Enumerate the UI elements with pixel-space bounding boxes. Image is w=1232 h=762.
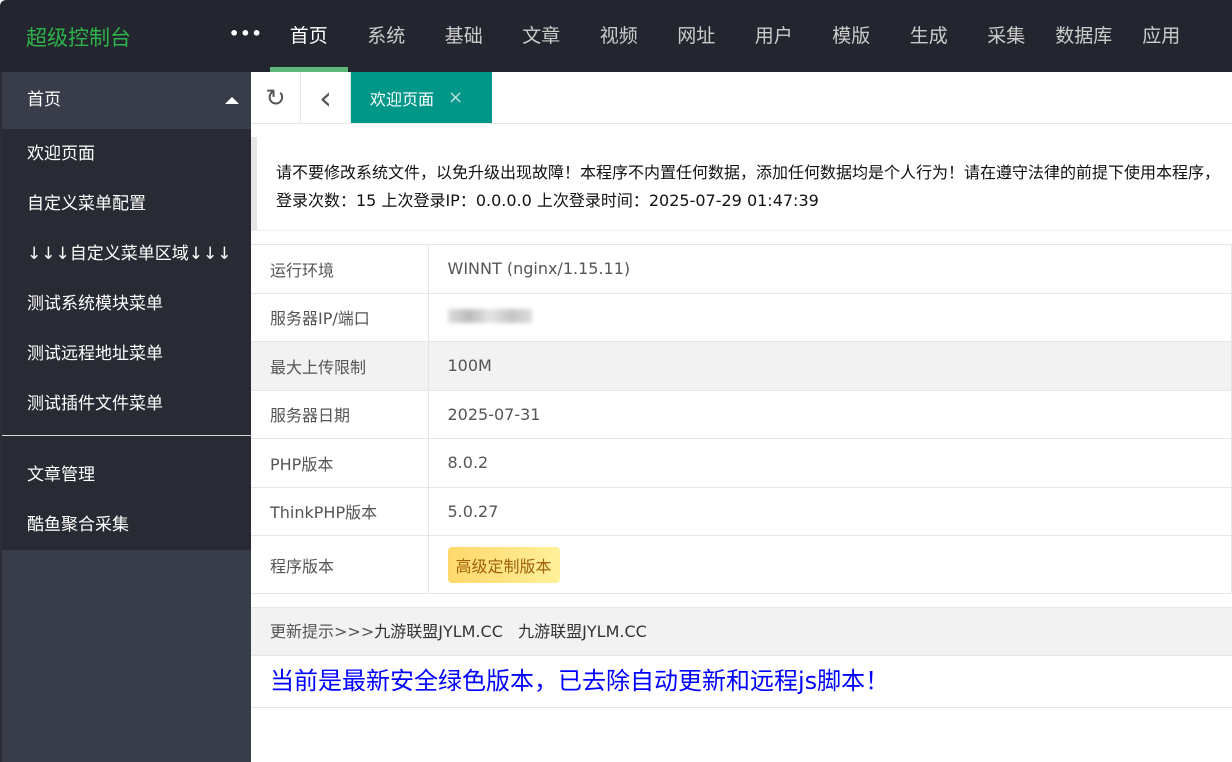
nav-generate[interactable]: 生成 xyxy=(890,0,968,72)
nav-apps[interactable]: 应用 xyxy=(1123,0,1201,72)
update-prefix: 更新提示>>> xyxy=(270,622,375,641)
sidebar-item-custom-menu-config[interactable]: 自定义菜单配置 xyxy=(2,179,251,229)
sidebar-group-label: 首页 xyxy=(27,90,61,110)
sidebar-group-home[interactable]: 首页 xyxy=(2,72,251,129)
sidebar-item-test-plugin-file[interactable]: 测试插件文件菜单 xyxy=(2,379,251,429)
table-row: 运行环境 WINNT (nginx/1.15.11) xyxy=(251,244,1232,294)
nav-user[interactable]: 用户 xyxy=(735,0,813,72)
nav-database[interactable]: 数据库 xyxy=(1045,0,1123,72)
server-info-table: 运行环境 WINNT (nginx/1.15.11) 服务器IP/端口 最大上传限… xyxy=(251,244,1232,594)
table-row: 程序版本 高级定制版本 xyxy=(251,535,1232,594)
update-link-2[interactable]: 九游联盟JYLM.CC xyxy=(518,622,647,641)
row-value: 5.0.27 xyxy=(428,486,1232,536)
row-value: 高级定制版本 xyxy=(428,535,1232,594)
logo[interactable]: 超级控制台 xyxy=(26,22,131,52)
login-info: 登录次数：15 上次登录IP：0.0.0.0 上次登录时间：2025-07-29… xyxy=(276,191,819,210)
nav-collect[interactable]: 采集 xyxy=(968,0,1046,72)
sidebar-item-custom-menu-area[interactable]: ↓↓↓自定义菜单区域↓↓↓ xyxy=(2,229,251,279)
nav-basic[interactable]: 基础 xyxy=(425,0,503,72)
table-row: PHP版本 8.0.2 xyxy=(251,438,1232,488)
blurred-ip xyxy=(447,308,532,323)
sidebar-item-test-system-module[interactable]: 测试系统模块菜单 xyxy=(2,279,251,329)
back-button[interactable]: ‹ xyxy=(301,72,351,123)
sidebar: 首页 欢迎页面 自定义菜单配置 ↓↓↓自定义菜单区域↓↓↓ 测试系统模块菜单 测… xyxy=(0,72,251,762)
row-value: 8.0.2 xyxy=(428,438,1232,488)
row-value: 100M xyxy=(428,341,1232,391)
row-label: ThinkPHP版本 xyxy=(251,486,429,536)
tab-welcome[interactable]: 欢迎页面 × xyxy=(351,72,492,123)
nav-video[interactable]: 视频 xyxy=(580,0,658,72)
row-label: 最大上传限制 xyxy=(251,341,429,391)
version-message: 当前是最新安全绿色版本，已去除自动更新和远程js脚本！ xyxy=(251,656,1232,708)
row-value: 2025-07-31 xyxy=(428,389,1232,439)
top-bar: 超级控制台 ••• 首页 系统 基础 文章 视频 网址 用户 模版 生成 采集 … xyxy=(0,0,1232,72)
refresh-icon: ↻ xyxy=(265,83,286,112)
table-row: 服务器IP/端口 xyxy=(251,292,1232,342)
nav-url[interactable]: 网址 xyxy=(658,0,736,72)
table-row: 最大上传限制 100M xyxy=(251,341,1232,391)
row-value xyxy=(428,292,1232,342)
nav-article[interactable]: 文章 xyxy=(503,0,581,72)
row-label: PHP版本 xyxy=(251,438,429,488)
notice-text: 请不要修改系统文件，以免升级出现故障！本程序不内置任何数据，添加任何数据均是个人… xyxy=(276,163,1221,182)
caret-up-icon xyxy=(225,97,239,104)
sidebar-item-test-remote-url[interactable]: 测试远程地址菜单 xyxy=(2,329,251,379)
tab-label: 欢迎页面 xyxy=(370,89,435,109)
chevron-left-icon: ‹ xyxy=(319,78,332,117)
update-notice: 更新提示>>>九游联盟JYLM.CC 九游联盟JYLM.CC xyxy=(251,607,1232,656)
top-nav: 首页 系统 基础 文章 视频 网址 用户 模版 生成 采集 数据库 应用 xyxy=(270,0,1200,72)
sidebar-item-kuyu-collect[interactable]: 酷鱼聚合采集 xyxy=(2,500,251,550)
row-value: WINNT (nginx/1.15.11) xyxy=(428,244,1232,294)
sidebar-item-article-manage[interactable]: 文章管理 xyxy=(2,450,251,500)
nav-template[interactable]: 模版 xyxy=(813,0,891,72)
update-link-1[interactable]: 九游联盟JYLM.CC xyxy=(374,622,503,641)
row-label: 运行环境 xyxy=(251,244,429,294)
tab-bar: ↻ ‹ 欢迎页面 × xyxy=(251,72,1232,124)
version-badge: 高级定制版本 xyxy=(447,546,560,583)
sidebar-item-welcome[interactable]: 欢迎页面 xyxy=(2,129,251,179)
table-row: 服务器日期 2025-07-31 xyxy=(251,389,1232,439)
nav-system[interactable]: 系统 xyxy=(348,0,426,72)
more-icon[interactable]: ••• xyxy=(229,24,263,43)
table-row: ThinkPHP版本 5.0.27 xyxy=(251,486,1232,536)
row-label: 服务器日期 xyxy=(251,389,429,439)
close-icon[interactable]: × xyxy=(448,87,463,108)
nav-home[interactable]: 首页 xyxy=(270,0,348,72)
refresh-button[interactable]: ↻ xyxy=(251,72,301,123)
row-label: 程序版本 xyxy=(251,535,429,594)
main-content: ↻ ‹ 欢迎页面 × 请不要修改系统文件，以免升级出现故障！本程序不内置任何数据… xyxy=(251,72,1232,762)
notice-box: 请不要修改系统文件，以免升级出现故障！本程序不内置任何数据，添加任何数据均是个人… xyxy=(251,137,1232,231)
sidebar-submenu: 欢迎页面 自定义菜单配置 ↓↓↓自定义菜单区域↓↓↓ 测试系统模块菜单 测试远程… xyxy=(2,129,251,550)
row-label: 服务器IP/端口 xyxy=(251,292,429,342)
